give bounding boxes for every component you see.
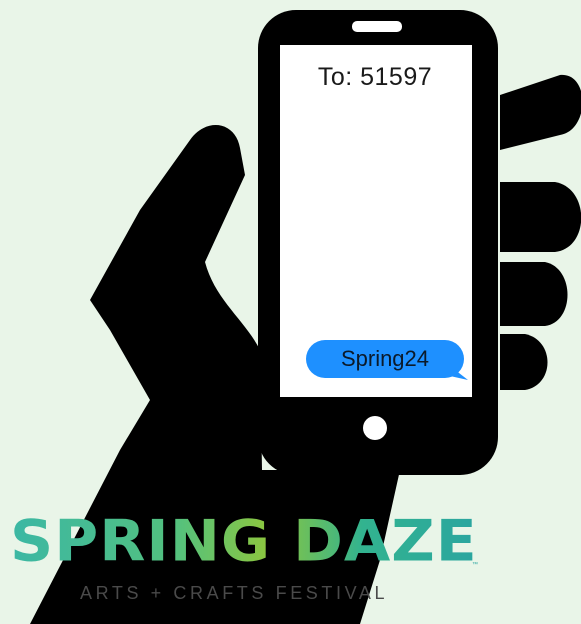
recipient-line: To: 51597 (317, 63, 433, 91)
finger-top (500, 74, 581, 150)
finger-2 (500, 182, 581, 252)
logo-subtitle: ARTS + CRAFTS FESTIVAL (80, 583, 389, 603)
finger-4 (500, 334, 548, 390)
promo-graphic: To: 51597 Spring24 SPRING DAZE ™ ARTS + … (0, 0, 581, 624)
logo-trademark: ™ (472, 562, 478, 568)
phone-speaker (352, 21, 402, 32)
logo-title: SPRING DAZE (10, 508, 480, 575)
message-text: Spring24 (340, 346, 430, 371)
finger-3 (500, 262, 568, 326)
home-button (363, 416, 387, 440)
